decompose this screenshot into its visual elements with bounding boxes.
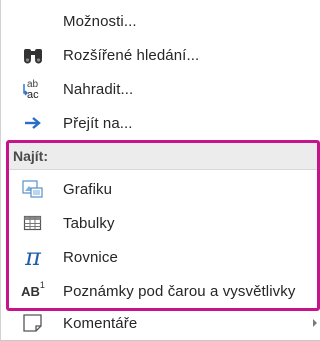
find-group-highlight-frame (6, 140, 320, 311)
menu-item-find-comments[interactable]: Komentáře (1, 308, 319, 338)
replace-icon-bottom: ac (27, 89, 39, 101)
comment-icon (21, 311, 45, 335)
submenu-arrow-icon (313, 319, 317, 327)
menu-item-go-to-label: Přejít na... (63, 114, 133, 132)
menu-item-options[interactable]: Možnosti... (1, 6, 319, 36)
menu-item-replace-label: Nahradit... (63, 80, 134, 98)
menu-item-go-to[interactable]: Přejít na... (1, 108, 319, 138)
binoculars-icon (21, 43, 45, 67)
menu-item-find-comments-label: Komentáře (63, 314, 138, 332)
menu-item-replace[interactable]: ab ac Nahradit... (1, 74, 319, 104)
menu-item-advanced-find[interactable]: Rozšířené hledání... (1, 40, 319, 70)
menu-item-advanced-find-label: Rozšířené hledání... (63, 46, 200, 64)
find-dropdown-menu: Možnosti... Rozšířené hledání... ab ac N… (0, 0, 320, 341)
arrow-right-icon (21, 111, 45, 135)
replace-icon: ab ac (21, 77, 45, 101)
menu-item-options-label: Možnosti... (63, 12, 137, 30)
